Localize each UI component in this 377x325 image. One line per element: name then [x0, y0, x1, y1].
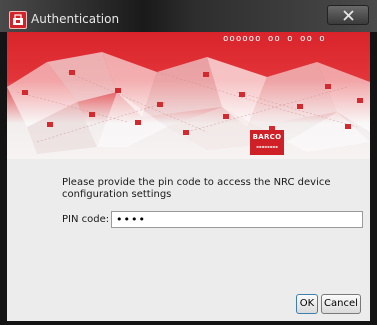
banner-pixel-text: oooooo oo o oo o	[223, 34, 326, 44]
barco-logo-text: BARCO	[252, 133, 282, 141]
pin-code-input[interactable]	[111, 211, 363, 228]
pin-code-label: PIN code:	[62, 214, 110, 225]
window-title: Authentication	[31, 12, 120, 26]
cancel-button[interactable]: Cancel	[321, 294, 361, 314]
close-button[interactable]	[327, 5, 369, 25]
window-bottom-border	[0, 321, 377, 325]
instruction-text: Please provide the pin code to access th…	[62, 177, 331, 200]
dialog-body: oooooo oo o oo o BARCO ▪▪▪▪▪▪▪▪ Please p…	[7, 32, 370, 321]
barco-logo-subtext: ▪▪▪▪▪▪▪▪	[256, 144, 278, 149]
close-icon	[343, 10, 354, 21]
authentication-window: Authentication oooooo oo o oo o BARCO ▪▪…	[0, 0, 377, 325]
barco-app-icon	[9, 11, 27, 29]
polygon-network-graphic	[7, 52, 370, 154]
title-bar[interactable]: Authentication	[0, 0, 377, 32]
barco-logo: BARCO ▪▪▪▪▪▪▪▪	[250, 130, 284, 155]
barco-banner: oooooo oo o oo o BARCO ▪▪▪▪▪▪▪▪	[7, 32, 370, 159]
ok-button[interactable]: OK	[296, 294, 318, 314]
